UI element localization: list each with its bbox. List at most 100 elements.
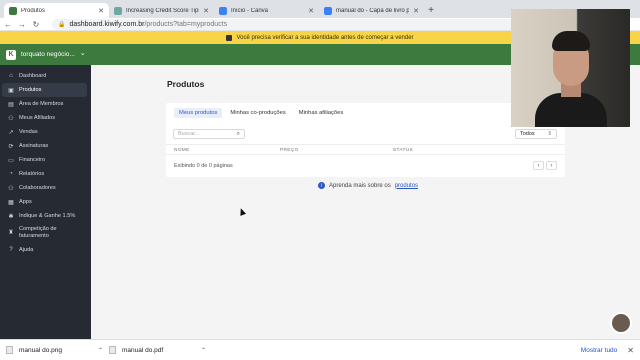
report-icon: ◔ <box>9 171 13 177</box>
chart-icon: ↗ <box>8 129 14 136</box>
favicon-icon <box>324 6 332 15</box>
sidebar-item[interactable]: ▭ Financeiro <box>2 153 87 167</box>
reload-icon[interactable]: ↻ <box>32 20 40 29</box>
sidebar-item[interactable]: ⚇ Meus Afiliados <box>2 111 87 125</box>
close-tab-icon[interactable]: ✕ <box>203 7 209 15</box>
file-icon <box>6 346 13 354</box>
close-tab-icon[interactable]: ✕ <box>413 7 419 15</box>
info-icon: i <box>318 182 325 189</box>
sidebar-item-label: Ajuda <box>19 247 34 253</box>
close-icon[interactable]: ✕ <box>627 346 634 355</box>
sidebar-item[interactable]: ✱ Indique & Ganhe 1.5% <box>2 209 87 223</box>
download-item[interactable]: manual do.pdf ⌃ <box>109 346 212 354</box>
page-title: Produtos <box>167 79 205 89</box>
box-icon: ▣ <box>8 87 14 94</box>
webcam-overlay <box>511 9 630 127</box>
sidebar-item[interactable]: ◔ Relatórios <box>2 167 87 181</box>
members-icon: ▤ <box>8 101 14 108</box>
kiwify-logo: K <box>6 49 16 60</box>
tab-title: manual do - Capa de livro para <box>336 7 410 14</box>
subscription-icon: ⟳ <box>8 143 14 150</box>
url-path: /products?tab=myproducts <box>144 20 228 28</box>
learn-more-text: Aprenda mais sobre os <box>329 182 391 189</box>
search-placeholder: Buscar... <box>178 131 200 137</box>
pagination-controls: ‹ › <box>533 161 557 170</box>
sidebar-item[interactable]: ♜ Competição de faturamento <box>2 223 87 243</box>
presenter-shirt <box>535 93 607 127</box>
browser-tab[interactable]: Início - Canva ✕ <box>214 3 319 18</box>
product-tab[interactable]: Minhas afiliações <box>294 108 348 118</box>
table-header: NOME PREÇO STATUS <box>166 144 565 155</box>
close-tab-icon[interactable]: ✕ <box>98 7 104 15</box>
chevron-up-icon[interactable]: ⌃ <box>98 347 103 354</box>
help-icon: ? <box>9 247 13 253</box>
sidebar-item-label: Meus Afiliados <box>19 115 56 121</box>
sidebar-item[interactable]: ⌂ Dashboard <box>2 69 87 83</box>
search-input[interactable]: Buscar... ⌕ <box>173 129 245 139</box>
product-tab[interactable]: Meus produtos <box>174 108 223 118</box>
product-tab[interactable]: Minhas co-produções <box>225 108 290 118</box>
sidebar-item[interactable]: ? Ajuda <box>2 243 87 257</box>
browser-tab[interactable]: Produtos ✕ <box>4 3 109 18</box>
sidebar-item[interactable]: ▦ Apps <box>2 195 87 209</box>
chevron-updown-icon: ⇕ <box>547 131 552 137</box>
apps-icon: ▦ <box>8 199 14 206</box>
sidebar-item-label: Financeiro <box>19 157 46 163</box>
browser-tab[interactable]: Increasing Credit Score Tips ✕ <box>109 3 214 18</box>
show-all-downloads-button[interactable]: Mostrar tudo <box>581 347 618 354</box>
gift-icon: ✱ <box>8 213 14 220</box>
learn-more: i Aprenda mais sobre os produtos <box>318 182 418 189</box>
chevron-up-icon[interactable]: ⌃ <box>201 347 206 354</box>
lock-icon: 🔒 <box>58 21 66 28</box>
url-host: dashboard.kiwify.com.br <box>69 20 145 28</box>
presenter-hair <box>552 31 590 51</box>
column-name: NOME <box>174 148 190 153</box>
chevron-down-icon[interactable]: ⌄ <box>80 49 86 57</box>
search-icon[interactable]: ⌕ <box>237 131 240 138</box>
download-filename: manual do.png <box>19 346 63 354</box>
filter-value: Todos <box>520 131 535 137</box>
tab-title: Produtos <box>21 7 46 14</box>
sidebar-item[interactable]: ↗ Vendas <box>2 125 87 139</box>
forward-icon[interactable]: → <box>18 20 26 29</box>
column-price: PREÇO <box>280 148 299 153</box>
back-icon[interactable]: ← <box>4 20 12 29</box>
sidebar-item[interactable]: ▣ Produtos <box>2 83 87 97</box>
url-field[interactable]: 🔒 dashboard.kiwify.com.br/products?tab=m… <box>52 18 522 30</box>
sidebar-item-label: Colaboradores <box>19 185 56 191</box>
favicon-icon <box>219 6 227 15</box>
sidebar: ⌂ Dashboard ▣ Produtos ▤ Área de Membros ⚇ Meus… <box>0 65 91 339</box>
money-icon: ▭ <box>8 157 14 164</box>
notice-text: Você precisa verificar a sua identidade … <box>236 34 414 41</box>
sidebar-item[interactable]: ▤ Área de Membros <box>2 97 87 111</box>
new-tab-button[interactable]: + <box>424 3 438 18</box>
support-chat-avatar[interactable] <box>610 312 632 334</box>
home-icon: ⌂ <box>9 73 13 79</box>
sidebar-item[interactable]: ⟳ Assinaturas <box>2 139 87 153</box>
sidebar-item-label: Produtos <box>19 87 42 93</box>
sidebar-item-label: Área de Membros <box>19 101 64 107</box>
downloads-bar: manual do.png ⌃ manual do.pdf ⌃ Mostrar … <box>0 339 640 360</box>
next-page-button[interactable]: › <box>546 161 557 170</box>
column-status: STATUS <box>393 148 414 153</box>
tab-title: Increasing Credit Score Tips <box>126 7 200 14</box>
browser-tab[interactable]: manual do - Capa de livro para✕ <box>319 3 424 18</box>
users-icon: ⚇ <box>8 115 14 122</box>
pagination-text: Exibindo 0 de 0 páginas <box>174 163 233 169</box>
file-icon <box>109 346 116 354</box>
sidebar-item[interactable]: ⚇ Colaboradores <box>2 181 87 195</box>
trophy-icon: ♜ <box>8 229 14 236</box>
status-filter-select[interactable]: Todos ⇕ <box>515 129 557 139</box>
favicon-icon <box>9 6 17 15</box>
sidebar-item-label: Apps <box>19 199 32 205</box>
store-name[interactable]: torquato negócio... <box>21 51 75 58</box>
products-link[interactable]: produtos <box>395 183 418 189</box>
prev-page-button[interactable]: ‹ <box>533 161 544 170</box>
sidebar-item-label: Competição de faturamento <box>19 226 57 239</box>
tab-title: Início - Canva <box>231 7 269 14</box>
favicon-icon <box>114 6 122 15</box>
close-tab-icon[interactable]: ✕ <box>308 7 314 15</box>
collaborators-icon: ⚇ <box>8 185 14 192</box>
download-item[interactable]: manual do.png ⌃ <box>6 346 109 354</box>
products-card: Meus produtos Minhas co-produções Minhas a… <box>166 103 565 177</box>
